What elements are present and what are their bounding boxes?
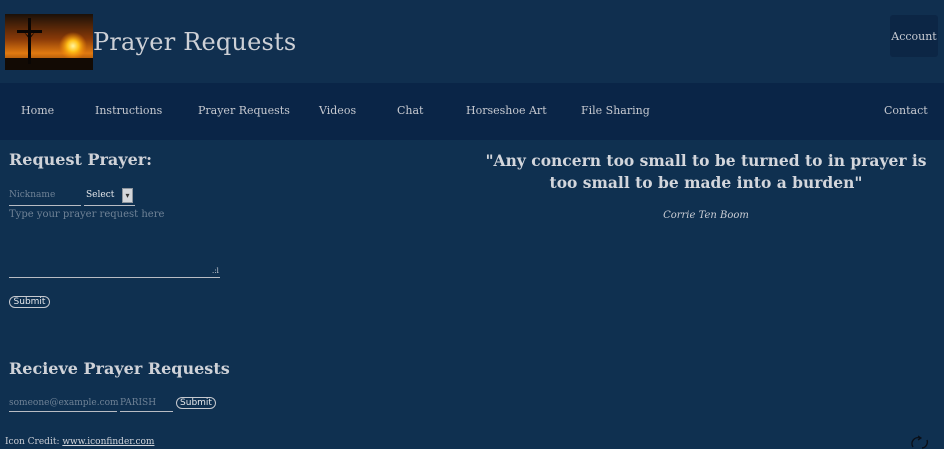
iconfinder-link[interactable]: www.iconfinder.com bbox=[62, 437, 154, 447]
main-nav: Home Instructions Prayer Requests Videos… bbox=[0, 83, 944, 140]
site-header: Prayer Requests Account bbox=[0, 0, 944, 83]
chevron-down-icon: ▾ bbox=[122, 188, 133, 203]
quote-author: Corrie Ten Boom bbox=[663, 210, 749, 221]
nav-item-prayer-requests[interactable]: Prayer Requests bbox=[198, 104, 290, 117]
category-select-value: Select bbox=[86, 190, 115, 200]
nav-item-instructions[interactable]: Instructions bbox=[95, 104, 162, 117]
nav-item-horseshoe-art[interactable]: Horseshoe Art bbox=[466, 104, 547, 117]
request-prayer-heading: Request Prayer: bbox=[9, 150, 153, 169]
resize-handle-icon[interactable]: .:l bbox=[212, 267, 219, 275]
submit-receive-button[interactable]: Submit bbox=[176, 397, 216, 409]
refresh-icon[interactable] bbox=[910, 435, 930, 449]
credit-prefix: Icon Credit: bbox=[5, 437, 63, 447]
nav-item-home[interactable]: Home bbox=[21, 104, 54, 117]
nickname-input-underline bbox=[9, 205, 81, 206]
nav-item-chat[interactable]: Chat bbox=[397, 104, 423, 117]
nickname-input[interactable]: Nickname bbox=[9, 190, 55, 200]
nav-item-contact[interactable]: Contact bbox=[884, 104, 928, 117]
category-select[interactable]: Select ▾ bbox=[84, 187, 135, 205]
quote-text: "Any concern too small to be turned to i… bbox=[485, 151, 927, 192]
prayer-request-textarea[interactable]: Type your prayer request here bbox=[9, 209, 164, 220]
parish-input[interactable]: PARISH bbox=[120, 398, 156, 408]
parish-input-underline bbox=[120, 411, 173, 412]
email-input-underline bbox=[9, 411, 117, 412]
nav-item-file-sharing[interactable]: File Sharing bbox=[581, 104, 650, 117]
icon-credit: Icon Credit: www.iconfinder.com bbox=[5, 437, 154, 447]
crucifix-sunset-logo[interactable] bbox=[5, 14, 93, 70]
email-input[interactable]: someone@example.com bbox=[9, 398, 119, 408]
account-button[interactable]: Account bbox=[890, 15, 938, 57]
site-title: Prayer Requests bbox=[93, 28, 297, 56]
select-underline bbox=[84, 205, 135, 206]
submit-request-button[interactable]: Submit bbox=[9, 296, 50, 308]
nav-item-videos[interactable]: Videos bbox=[319, 104, 356, 117]
textarea-underline bbox=[9, 277, 220, 278]
receive-requests-heading: Recieve Prayer Requests bbox=[9, 359, 230, 378]
